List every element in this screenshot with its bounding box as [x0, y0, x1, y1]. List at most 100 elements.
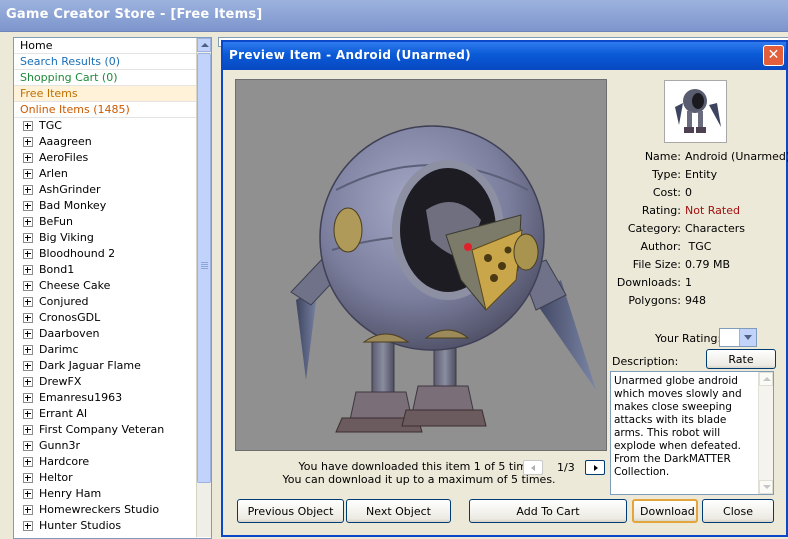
expand-plus-icon[interactable] — [23, 489, 33, 499]
tree-item[interactable]: AshGrinder — [14, 182, 211, 198]
expand-plus-icon[interactable] — [23, 505, 33, 515]
tree-item-label: Cheese Cake — [39, 279, 111, 292]
expand-plus-icon[interactable] — [23, 521, 33, 531]
sidebar-scrollbar[interactable] — [196, 38, 211, 537]
dialog-close-button[interactable]: ✕ — [763, 45, 784, 66]
expand-plus-icon[interactable] — [23, 169, 33, 179]
rate-button[interactable]: Rate — [706, 349, 776, 369]
author-tree: TGC Aaagreen AeroFiles Arlen AshGrinder Bad M… — [14, 118, 211, 534]
tree-item[interactable]: Cheese Cake — [14, 278, 211, 294]
chevron-down-icon[interactable] — [739, 329, 756, 346]
your-rating-dropdown[interactable] — [719, 328, 757, 347]
next-object-button[interactable]: Next Object — [346, 499, 451, 523]
tree-item[interactable]: Aaagreen — [14, 134, 211, 150]
model-preview-viewport[interactable] — [235, 79, 607, 451]
tree-item-label: Henry Ham — [39, 487, 102, 500]
expand-plus-icon[interactable] — [23, 297, 33, 307]
scroll-down-arrow-icon[interactable] — [759, 480, 773, 494]
expand-plus-icon[interactable] — [23, 201, 33, 211]
next-image-button[interactable] — [585, 460, 605, 475]
add-to-cart-button[interactable]: Add To Cart — [469, 499, 627, 523]
tree-item[interactable]: Bond1 — [14, 262, 211, 278]
close-icon: ✕ — [767, 47, 780, 63]
expand-plus-icon[interactable] — [23, 313, 33, 323]
tree-item[interactable]: Emanresu1963 — [14, 390, 211, 406]
property-key: Downloads: — [616, 276, 681, 289]
tree-item[interactable]: Hardcore — [14, 454, 211, 470]
expand-plus-icon[interactable] — [23, 409, 33, 419]
expand-plus-icon[interactable] — [23, 137, 33, 147]
expand-plus-icon[interactable] — [23, 377, 33, 387]
scroll-thumb[interactable] — [197, 53, 211, 483]
download-button[interactable]: Download — [632, 499, 698, 523]
expand-plus-icon[interactable] — [23, 441, 33, 451]
previous-image-button[interactable] — [523, 460, 543, 475]
nav-home[interactable]: Home — [14, 38, 211, 54]
tree-item[interactable]: Darimc — [14, 342, 211, 358]
tree-item[interactable]: Hunter Studios — [14, 518, 211, 534]
app-title: Game Creator Store - [Free Items] — [6, 7, 263, 22]
tree-item-label: Daarboven — [39, 327, 100, 340]
expand-plus-icon[interactable] — [23, 457, 33, 467]
expand-plus-icon[interactable] — [23, 345, 33, 355]
property-value: Characters — [685, 222, 746, 235]
tree-item-label: Dark Jaguar Flame — [39, 359, 141, 372]
previous-object-button[interactable]: Previous Object — [237, 499, 344, 523]
tree-item[interactable]: Dark Jaguar Flame — [14, 358, 211, 374]
tree-item[interactable]: TGC — [14, 118, 211, 134]
tree-item[interactable]: Homewreckers Studio — [14, 502, 211, 518]
expand-plus-icon[interactable] — [23, 265, 33, 275]
tree-item-label: Homewreckers Studio — [39, 503, 160, 516]
nav-online-items[interactable]: Online Items (1485) — [14, 102, 211, 118]
tree-item-label: AshGrinder — [39, 183, 101, 196]
tree-item[interactable]: Big Viking — [14, 230, 211, 246]
tree-item[interactable]: Errant AI — [14, 406, 211, 422]
property-value: 948 — [685, 294, 706, 307]
tree-item-label: DrewFX — [39, 375, 82, 388]
tree-item[interactable]: DrewFX — [14, 374, 211, 390]
tree-item[interactable]: Gunn3r — [14, 438, 211, 454]
download-count-text: You have downloaded this item 1 of 5 tim… — [298, 460, 540, 473]
tree-item[interactable]: Conjured — [14, 294, 211, 310]
download-limit-text: You can download it up to a maximum of 5… — [282, 473, 556, 486]
nav-shopping-cart[interactable]: Shopping Cart (0) — [14, 70, 211, 86]
nav-search-results[interactable]: Search Results (0) — [14, 54, 211, 70]
dialog-title: Preview Item - Android (Unarmed) — [229, 48, 471, 62]
expand-plus-icon[interactable] — [23, 185, 33, 195]
close-button[interactable]: Close — [702, 499, 774, 523]
description-box[interactable]: Unarmed globe android which moves slowly… — [610, 371, 774, 495]
expand-plus-icon[interactable] — [23, 249, 33, 259]
tree-item[interactable]: Daarboven — [14, 326, 211, 342]
expand-plus-icon[interactable] — [23, 153, 33, 163]
property-key: Type: — [652, 168, 681, 181]
scroll-up-arrow-icon[interactable] — [197, 38, 211, 52]
expand-plus-icon[interactable] — [23, 425, 33, 435]
property-value: Entity — [685, 168, 718, 181]
tree-item[interactable]: Arlen — [14, 166, 211, 182]
preview-dialog: Preview Item - Android (Unarmed) ✕ You h… — [221, 40, 788, 537]
scroll-up-arrow-icon[interactable] — [759, 372, 773, 386]
property-key: Name: — [644, 150, 681, 163]
expand-plus-icon[interactable] — [23, 361, 33, 371]
tree-item-label: Heltor — [39, 471, 73, 484]
tree-item[interactable]: Heltor — [14, 470, 211, 486]
expand-plus-icon[interactable] — [23, 121, 33, 131]
expand-plus-icon[interactable] — [23, 393, 33, 403]
tree-item[interactable]: Bad Monkey — [14, 198, 211, 214]
expand-plus-icon[interactable] — [23, 233, 33, 243]
nav-free-items[interactable]: Free Items — [14, 86, 211, 102]
tree-item[interactable]: Henry Ham — [14, 486, 211, 502]
tree-item[interactable]: Bloodhound 2 — [14, 246, 211, 262]
expand-plus-icon[interactable] — [23, 473, 33, 483]
property-value: TGC — [685, 240, 712, 253]
tree-item[interactable]: CronosGDL — [14, 310, 211, 326]
tree-item[interactable]: AeroFiles — [14, 150, 211, 166]
tree-item-label: AeroFiles — [39, 151, 89, 164]
expand-plus-icon[interactable] — [23, 329, 33, 339]
tree-item-label: TGC — [39, 119, 62, 132]
expand-plus-icon[interactable] — [23, 281, 33, 291]
tree-item[interactable]: BeFun — [14, 214, 211, 230]
description-scrollbar[interactable] — [758, 372, 773, 494]
tree-item[interactable]: First Company Veteran — [14, 422, 211, 438]
expand-plus-icon[interactable] — [23, 217, 33, 227]
